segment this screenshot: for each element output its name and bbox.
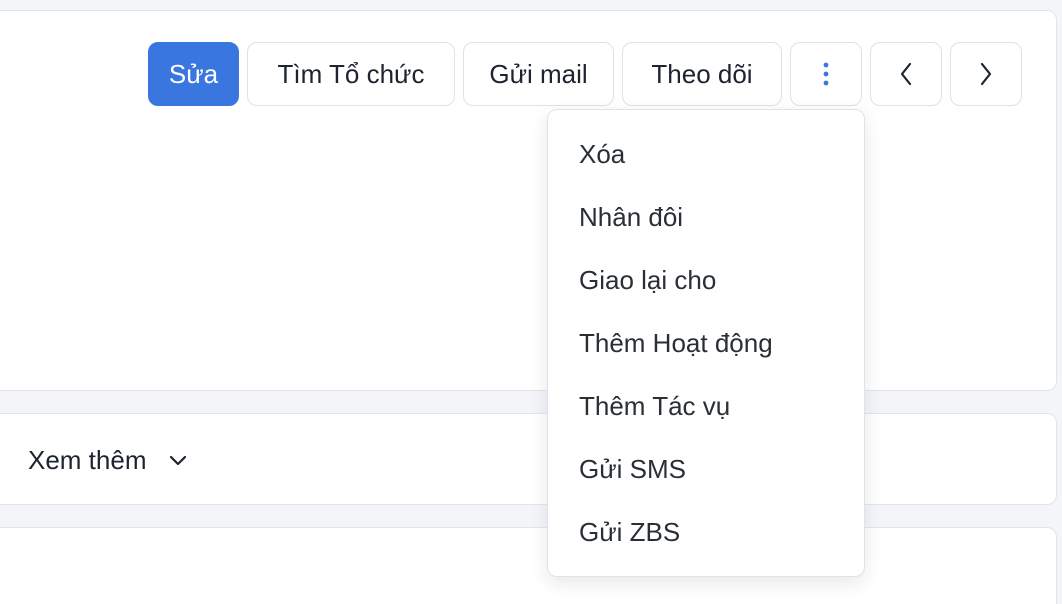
- next-record-button[interactable]: [950, 42, 1022, 106]
- content-card: [0, 527, 1057, 604]
- chevron-down-icon: [169, 455, 186, 466]
- see-more-toggle[interactable]: Xem thêm: [28, 438, 187, 482]
- record-page: Sửa Tìm Tổ chức Gửi mail Theo dõi Xem th…: [0, 0, 1062, 604]
- previous-record-button[interactable]: [870, 42, 942, 106]
- menu-item-add-activity[interactable]: Thêm Hoạt động: [548, 312, 864, 375]
- follow-button[interactable]: Theo dõi: [622, 42, 782, 106]
- menu-item-delete[interactable]: Xóa: [548, 123, 864, 186]
- send-mail-button[interactable]: Gửi mail: [463, 42, 614, 106]
- menu-item-send-sms[interactable]: Gửi SMS: [548, 438, 864, 501]
- chevron-left-icon: [900, 62, 912, 86]
- more-actions-menu: Xóa Nhân đôi Giao lại cho Thêm Hoạt động…: [547, 109, 865, 577]
- see-more-label: Xem thêm: [28, 444, 147, 475]
- menu-item-add-task[interactable]: Thêm Tác vụ: [548, 375, 864, 438]
- find-organization-button[interactable]: Tìm Tổ chức: [247, 42, 455, 106]
- menu-item-duplicate[interactable]: Nhân đôi: [548, 186, 864, 249]
- menu-item-send-zbs[interactable]: Gửi ZBS: [548, 501, 864, 564]
- vertical-dots-icon: [823, 62, 829, 86]
- more-actions-button[interactable]: [790, 42, 862, 106]
- menu-item-reassign[interactable]: Giao lại cho: [548, 249, 864, 312]
- edit-button[interactable]: Sửa: [148, 42, 239, 106]
- chevron-right-icon: [980, 62, 992, 86]
